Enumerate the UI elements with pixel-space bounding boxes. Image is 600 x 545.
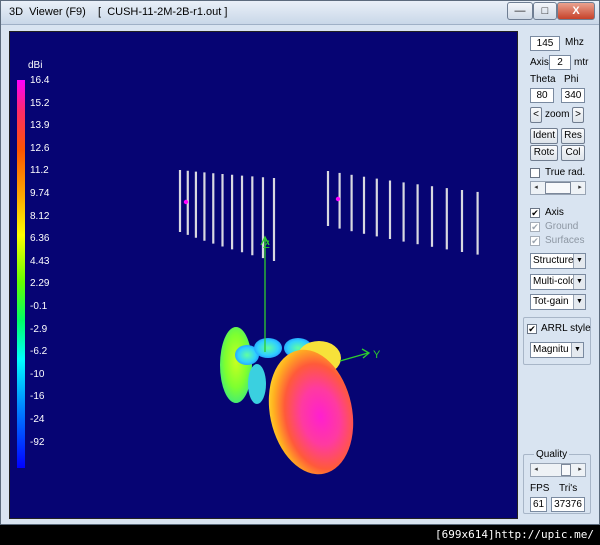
pattern-scene: Z Y [178,170,479,475]
structure-select[interactable]: Structure ▼ [530,253,586,269]
gain-select[interactable]: Tot-gain ▼ [530,294,586,310]
axis-checkbox[interactable]: ✔ [530,208,540,218]
arrl-checkbox[interactable]: ✔ [527,324,537,334]
antenna-elements-right [326,171,479,255]
close-button[interactable]: X [557,2,595,20]
axis-unit: mtr [574,57,589,68]
main-lobe [268,349,354,475]
slider-thumb[interactable] [545,182,571,194]
axis-check-label: Axis [545,207,564,218]
chevron-down-icon[interactable]: ▼ [573,254,585,268]
zoom-label: zoom [545,109,570,120]
quality-label: Quality [534,449,570,460]
image-footer: [699x614]http://upic.me/ [0,525,600,545]
axis-label: Axis [530,57,549,68]
res-button[interactable]: Res [561,128,585,144]
surfaces-label: Surfaces [545,235,585,246]
magnitude-select-value: Magnitu [533,344,569,355]
side-lobe-mid [248,364,266,404]
ident-button[interactable]: Ident [530,128,558,144]
radiation-slider[interactable]: ◂ ▸ [530,181,586,195]
phi-label: Phi [564,74,579,85]
col-button[interactable]: Col [561,145,585,161]
quality-left-arrow-icon[interactable]: ◂ [531,464,541,476]
slider-right-arrow-icon[interactable]: ▸ [575,182,585,194]
frequency-unit: Mhz [565,37,584,48]
z-axis-label: Z [263,239,270,251]
rotc-button[interactable]: Rotc [530,145,558,161]
side-lobe-left [220,327,252,403]
axis-length-input[interactable]: 2 [549,55,571,70]
window-title: 3D Viewer (F9) [ CUSH-11-2M-2B-r1.out ] [9,6,228,18]
ground-label: Ground [545,221,579,232]
surfaces-checkbox[interactable]: ✔ [530,236,540,246]
3d-viewport[interactable]: dBi 16.4 15.2 13.9 12.6 11.2 9.74 8.12 6.36 4.43… [9,31,518,519]
chevron-down-icon[interactable]: ▼ [573,295,585,309]
gain-select-value: Tot-gain [533,296,569,307]
maximize-button[interactable]: □ [533,2,557,20]
feedpoint-right [335,196,341,202]
slider-left-arrow-icon[interactable]: ◂ [531,182,541,194]
title-bar[interactable]: 3D Viewer (F9) [ CUSH-11-2M-2B-r1.out ] … [1,1,599,25]
frequency-input[interactable]: 145 [530,36,560,51]
ground-checkbox[interactable]: ✔ [530,222,540,232]
chevron-down-icon[interactable]: ▼ [573,275,585,289]
zoom-in-button[interactable]: > [572,107,584,123]
back-lobe-top-center [254,338,282,358]
viewer-window: 3D Viewer (F9) [ CUSH-11-2M-2B-r1.out ] … [0,0,600,525]
quality-slider-thumb[interactable] [561,464,571,476]
control-panel: 145 Mhz Axis 2 mtr Theta Phi 80 340 < zo… [522,31,592,519]
tris-label: Tri's [559,483,578,494]
chevron-down-icon[interactable]: ▼ [571,343,583,357]
color-mode-select[interactable]: Multi-colo ▼ [530,274,586,290]
magnitude-select[interactable]: Magnitu ▼ [530,342,584,358]
phi-input[interactable]: 340 [561,88,585,103]
true-rad-checkbox[interactable] [530,168,540,178]
fps-value: 61 [530,497,547,512]
fps-label: FPS [530,483,550,494]
true-rad-label: True rad. [545,167,586,178]
color-mode-select-value: Multi-colo [533,276,576,287]
quality-slider[interactable]: ◂ ▸ [530,463,586,477]
theta-label: Theta [530,74,556,85]
feedpoint-left [183,199,189,205]
tris-value: 37376 [551,497,585,512]
quality-right-arrow-icon[interactable]: ▸ [575,464,585,476]
theta-input[interactable]: 80 [530,88,554,103]
structure-select-value: Structure [533,255,574,266]
arrl-label: ARRL style [541,323,591,334]
antenna-elements-left [178,170,276,261]
zoom-out-button[interactable]: < [530,107,542,123]
minimize-button[interactable]: — [507,2,533,20]
footer-text: [699x614]http://upic.me/ [435,528,594,541]
y-axis-label: Y [373,349,381,361]
